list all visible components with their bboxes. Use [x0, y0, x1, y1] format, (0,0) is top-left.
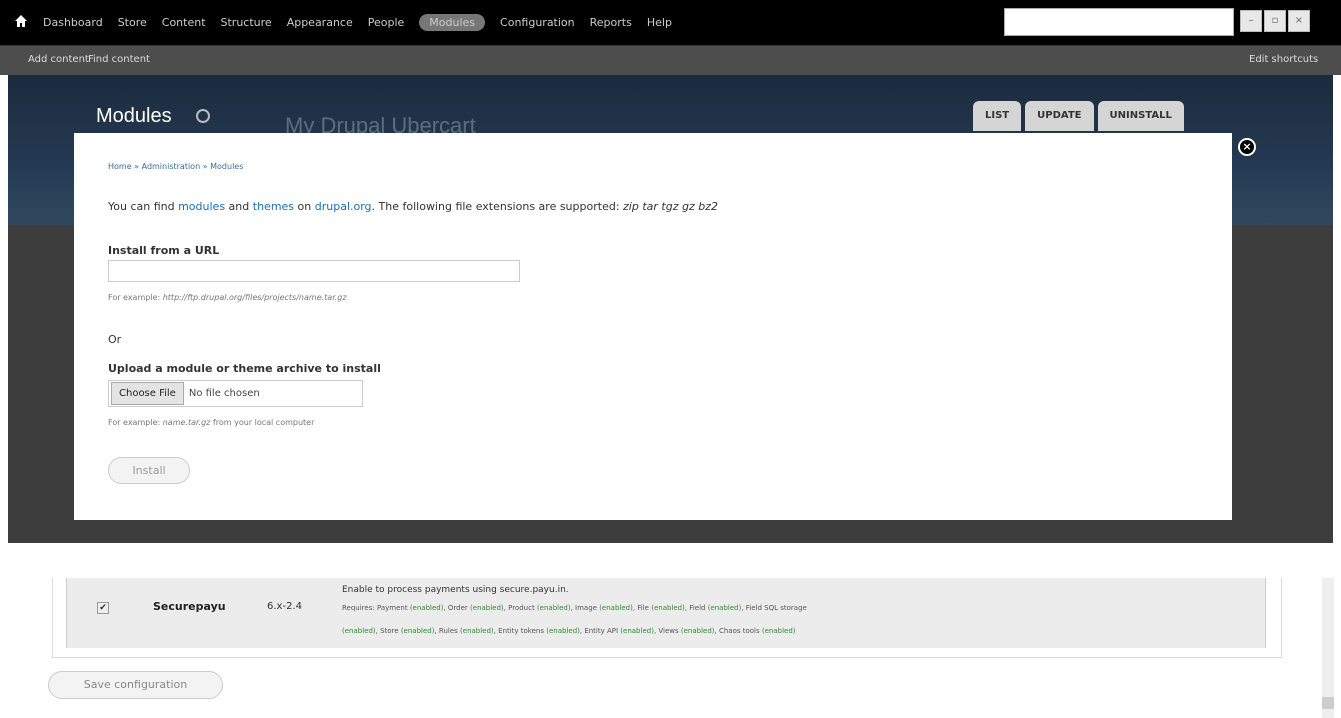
drupal-org-link[interactable]: drupal.org	[315, 200, 372, 213]
dependency-name: , Entity tokens	[493, 627, 547, 635]
menu-item-content[interactable]: Content	[162, 16, 206, 29]
file-upload-field[interactable]: Choose File No file chosen	[108, 380, 363, 407]
tabs: LIST UPDATE UNINSTALL	[973, 101, 1188, 131]
enabled-status: (enabled)	[536, 604, 571, 612]
enabled-status: (enabled)	[707, 604, 742, 612]
intro-on: on	[294, 200, 315, 213]
menu-item-modules[interactable]: Modules	[419, 14, 486, 31]
intro-post: . The following file extensions are supp…	[371, 200, 624, 213]
close-icon[interactable]: ×	[1238, 138, 1256, 156]
url-input[interactable]	[108, 260, 520, 282]
url-hint-pre: For example:	[108, 293, 163, 302]
module-description: Enable to process payments using secure.…	[342, 585, 569, 595]
page: Dashboard Store Content Structure Appearance…	[0, 0, 1341, 718]
upload-hint: For example: name.tar.gz from your local…	[108, 418, 314, 427]
menu-item-structure[interactable]: Structure	[221, 16, 272, 29]
intro-pre: You can find	[108, 200, 179, 213]
menu-item-reports[interactable]: Reports	[590, 16, 632, 29]
or-separator: Or	[108, 333, 122, 346]
menu-item-help[interactable]: Help	[647, 16, 672, 29]
enabled-status: (enabled)	[761, 627, 796, 635]
dependency-name: , Entity API	[579, 627, 621, 635]
restore-icon[interactable]: ▫	[1264, 10, 1286, 32]
enabled-status: (enabled)	[620, 627, 654, 635]
intro-text: You can find modules and themes on drupa…	[108, 200, 718, 213]
table-row	[66, 578, 1266, 648]
upload-label: Upload a module or theme archive to inst…	[108, 362, 381, 375]
scroll-down-icon[interactable]	[1322, 697, 1334, 709]
module-enable-checkbox[interactable]: ✔	[97, 602, 109, 614]
shortcut-bar: Add content Find content Edit shortcuts	[0, 45, 1341, 75]
enabled-status: (enabled)	[546, 627, 580, 635]
close-window-icon[interactable]: ×	[1288, 10, 1310, 32]
dependency-name: , Image	[570, 604, 600, 612]
shortcut-add-content[interactable]: Add content	[28, 54, 89, 65]
tab-update[interactable]: UPDATE	[1025, 101, 1094, 131]
page-title: Modules	[96, 105, 172, 127]
dependency-name: , Field	[684, 604, 708, 612]
install-button[interactable]: Install	[108, 457, 190, 484]
dependency-name: , File	[632, 604, 652, 612]
edit-shortcuts-link[interactable]: Edit shortcuts	[1249, 54, 1318, 65]
extensions-list: zip tar tgz gz bz2	[623, 200, 718, 213]
module-requires-line-2: (enabled), Store (enabled), Rules (enabl…	[342, 627, 796, 635]
intro-and: and	[225, 200, 253, 213]
window-buttons: – ▫ ×	[1240, 10, 1312, 32]
url-hint-example: http://ftp.drupal.org/files/projects/nam…	[162, 293, 347, 302]
menu-item-people[interactable]: People	[368, 16, 405, 29]
themes-link[interactable]: themes	[253, 200, 294, 213]
tab-list[interactable]: LIST	[973, 101, 1022, 131]
admin-toolbar: Dashboard Store Content Structure Appearance…	[0, 0, 1341, 45]
gear-icon[interactable]	[196, 109, 210, 123]
upload-hint-example: name.tar.gz	[162, 418, 211, 427]
enabled-status: (enabled)	[400, 627, 435, 635]
menu-item-dashboard[interactable]: Dashboard	[43, 16, 103, 29]
enabled-status: (enabled)	[680, 627, 715, 635]
url-hint: For example: http://ftp.drupal.org/files…	[108, 293, 347, 302]
dependency-name: , Order	[443, 604, 471, 612]
dependency-name: , Product	[503, 604, 537, 612]
breadcrumb[interactable]: Home » Administration » Modules	[108, 162, 243, 171]
enabled-status: (enabled)	[342, 627, 376, 635]
menu-item-store[interactable]: Store	[118, 16, 147, 29]
upload-hint-post: from your local computer	[210, 418, 315, 427]
minimize-icon[interactable]: –	[1240, 10, 1262, 32]
enabled-status: (enabled)	[460, 627, 494, 635]
modules-link[interactable]: modules	[178, 200, 225, 213]
save-configuration-button[interactable]: Save configuration	[48, 671, 223, 699]
enabled-status: (enabled)	[470, 604, 504, 612]
choose-file-button[interactable]: Choose File	[111, 382, 184, 405]
tab-uninstall[interactable]: UNINSTALL	[1097, 101, 1184, 131]
enabled-status: (enabled)	[651, 604, 685, 612]
module-version: 6.x-2.4	[267, 601, 302, 612]
search-input[interactable]	[1004, 8, 1234, 36]
dependency-name: , Rules	[434, 627, 461, 635]
module-requires-line-1: Requires: Payment (enabled), Order (enab…	[342, 604, 807, 612]
url-label: Install from a URL	[108, 244, 220, 257]
upload-hint-pre: For example:	[108, 418, 163, 427]
dependency-name: , Views	[653, 627, 681, 635]
dependency-name: , Store	[375, 627, 401, 635]
dependency-name: Requires: Payment	[342, 604, 410, 612]
dependency-name: , Chaos tools	[714, 627, 762, 635]
admin-menu: Dashboard Store Content Structure Appearance…	[43, 0, 687, 45]
shortcut-find-content[interactable]: Find content	[88, 54, 150, 65]
menu-item-appearance[interactable]: Appearance	[287, 16, 353, 29]
module-name: Securepayu	[153, 600, 226, 613]
enabled-status: (enabled)	[409, 604, 444, 612]
dependency-name: , Field SQL storage	[741, 604, 807, 612]
menu-item-configuration[interactable]: Configuration	[500, 16, 575, 29]
file-status: No file chosen	[188, 388, 260, 399]
enabled-status: (enabled)	[599, 604, 633, 612]
install-dialog: Home » Administration » Modules You can …	[74, 133, 1232, 520]
home-icon[interactable]	[14, 14, 28, 28]
